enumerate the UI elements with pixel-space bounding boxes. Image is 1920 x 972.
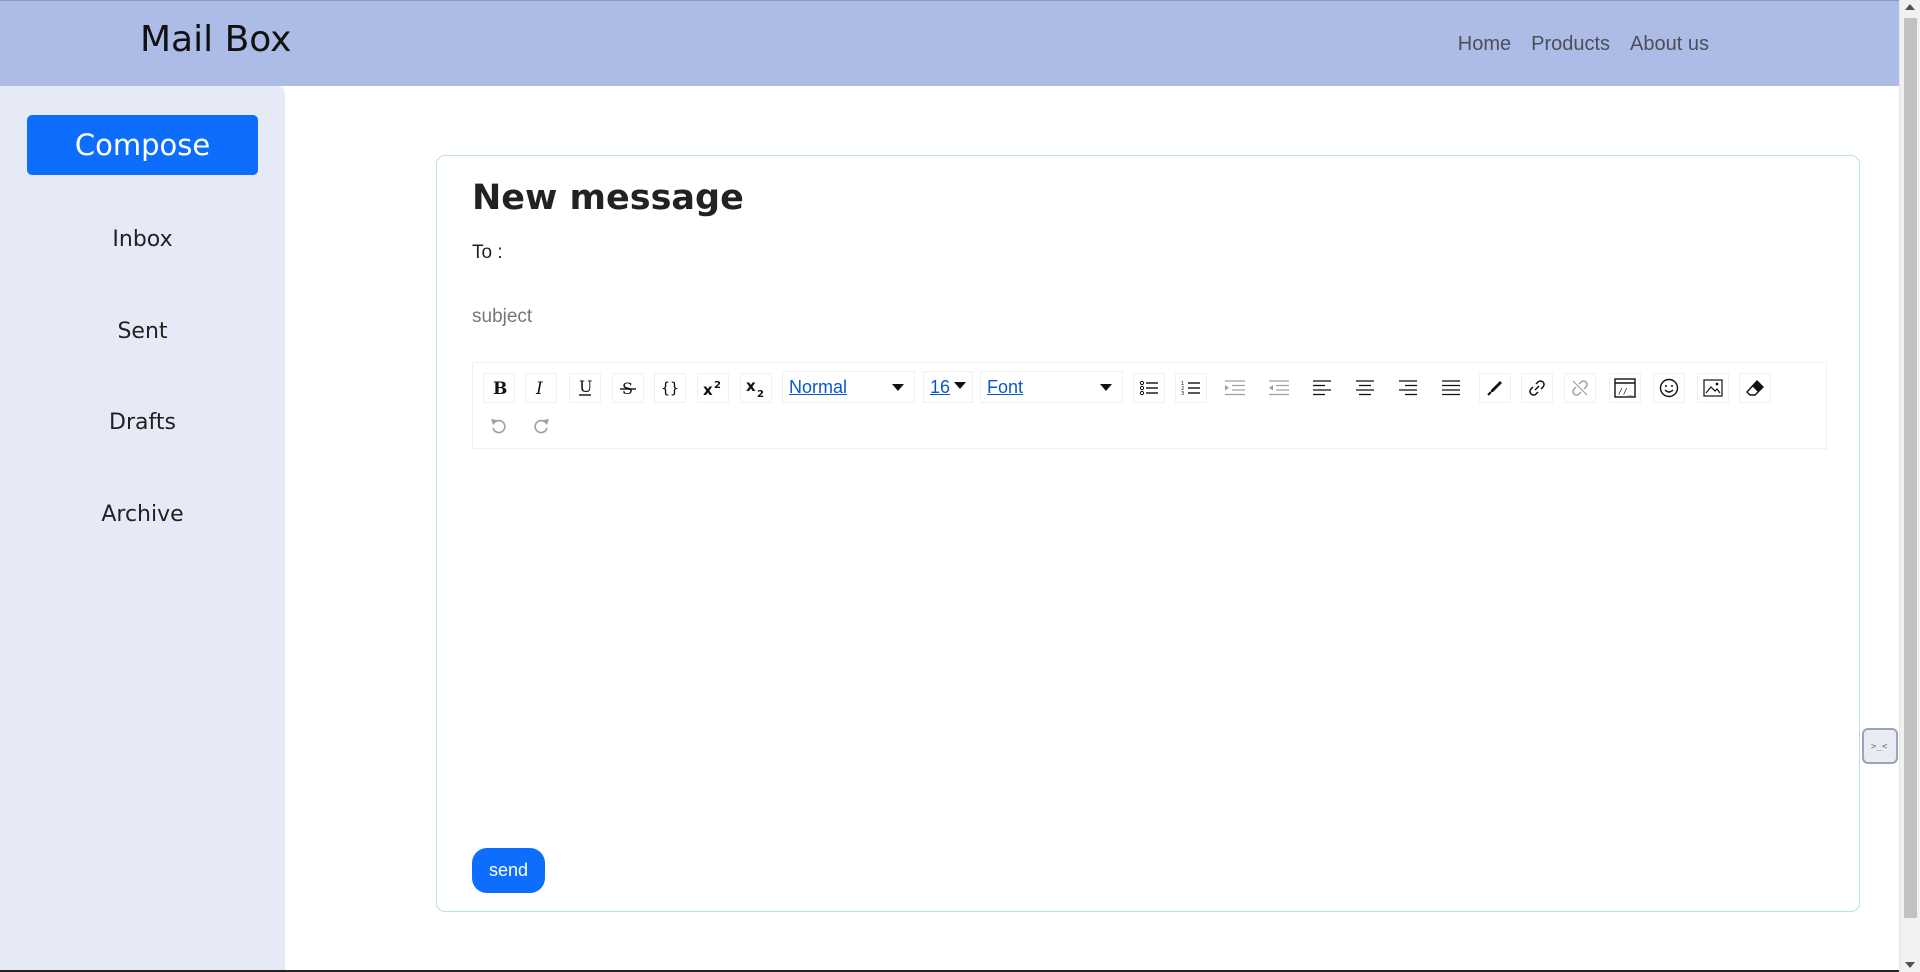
code-icon[interactable]: {} xyxy=(654,373,686,403)
top-navbar: Mail Box Home Products About us xyxy=(0,0,1899,86)
font-family-value: Font xyxy=(987,376,1024,397)
to-label: To : xyxy=(472,242,503,263)
send-button[interactable]: send xyxy=(472,848,545,893)
svg-text:S: S xyxy=(622,379,633,397)
image-icon[interactable] xyxy=(1697,373,1729,403)
scroll-down-icon[interactable] xyxy=(1905,962,1915,968)
compose-title: New message xyxy=(472,178,744,218)
svg-text:x: x xyxy=(703,381,713,398)
page: Mail Box Home Products About us Compose … xyxy=(0,0,1920,972)
svg-text:>_<: >_< xyxy=(1871,742,1888,752)
nav-home-link[interactable]: Home xyxy=(1458,33,1511,56)
redo-icon[interactable] xyxy=(525,411,557,441)
unordered-list-icon[interactable] xyxy=(1133,373,1165,403)
font-size-select[interactable]: 16 xyxy=(923,371,973,403)
indent-icon[interactable] xyxy=(1219,373,1251,403)
scroll-thumb[interactable] xyxy=(1904,18,1917,918)
align-right-icon[interactable] xyxy=(1392,373,1424,403)
svg-text:x: x xyxy=(746,378,756,395)
eraser-icon[interactable] xyxy=(1739,373,1771,403)
svg-text:U: U xyxy=(579,378,592,396)
underline-icon[interactable]: U xyxy=(569,373,601,403)
compose-button[interactable]: Compose xyxy=(27,115,258,175)
font-family-select[interactable]: Font xyxy=(980,371,1123,403)
align-justify-icon[interactable] xyxy=(1435,373,1467,403)
sidebar: Compose Inbox Sent Drafts Archive xyxy=(0,86,285,972)
unlink-icon[interactable] xyxy=(1564,373,1596,403)
scroll-up-icon[interactable] xyxy=(1905,4,1915,10)
chevron-down-icon xyxy=(892,384,904,391)
undo-icon[interactable] xyxy=(483,411,515,441)
svg-text:B: B xyxy=(493,379,507,397)
align-center-icon[interactable] xyxy=(1349,373,1381,403)
bold-icon[interactable]: B xyxy=(483,373,515,403)
svg-text:I: I xyxy=(535,379,543,397)
color-picker-icon[interactable] xyxy=(1479,373,1511,403)
block-type-value: Normal xyxy=(789,376,848,397)
message-body-editor[interactable] xyxy=(472,456,1827,816)
subject-input[interactable] xyxy=(472,306,1772,328)
sidebar-item-inbox[interactable]: Inbox xyxy=(0,227,285,252)
emoji-icon[interactable] xyxy=(1653,373,1685,403)
subscript-icon[interactable]: x2 xyxy=(740,373,772,403)
chevron-down-icon xyxy=(1100,384,1112,391)
link-icon[interactable] xyxy=(1521,373,1553,403)
page-scrollbar[interactable] xyxy=(1899,0,1920,972)
svg-text://_: //_ xyxy=(1618,387,1633,396)
to-input[interactable] xyxy=(510,242,1811,264)
editor-toolbar: B I U S {} x2 x2 Normal 16 Font 1 2 3 //… xyxy=(472,362,1827,449)
superscript-icon[interactable]: x2 xyxy=(697,373,729,403)
top-nav: Home Products About us xyxy=(1458,33,1709,56)
compose-card: New message To : B I U S {} x2 xyxy=(436,155,1860,912)
terminal-widget-icon[interactable]: >_< xyxy=(1862,728,1898,764)
outdent-icon[interactable] xyxy=(1263,373,1295,403)
svg-text:{}: {} xyxy=(661,379,679,397)
ordered-list-icon[interactable]: 123 xyxy=(1175,373,1207,403)
svg-text:2: 2 xyxy=(757,389,764,398)
nav-products-link[interactable]: Products xyxy=(1531,33,1610,56)
block-type-select[interactable]: Normal xyxy=(782,371,915,403)
align-left-icon[interactable] xyxy=(1306,373,1338,403)
nav-about-link[interactable]: About us xyxy=(1630,33,1709,56)
svg-text:3: 3 xyxy=(1181,391,1184,396)
to-row: To : xyxy=(472,242,1811,264)
sidebar-item-drafts[interactable]: Drafts xyxy=(0,410,285,435)
brand-title[interactable]: Mail Box xyxy=(140,19,292,60)
sidebar-item-sent[interactable]: Sent xyxy=(0,319,285,344)
font-size-value: 16 xyxy=(930,376,951,397)
italic-icon[interactable]: I xyxy=(525,373,557,403)
strikethrough-icon[interactable]: S xyxy=(612,373,644,403)
sidebar-item-archive[interactable]: Archive xyxy=(0,502,285,527)
embed-icon[interactable]: //_ xyxy=(1609,373,1641,403)
chevron-down-icon xyxy=(954,382,966,389)
svg-text:2: 2 xyxy=(714,380,721,391)
